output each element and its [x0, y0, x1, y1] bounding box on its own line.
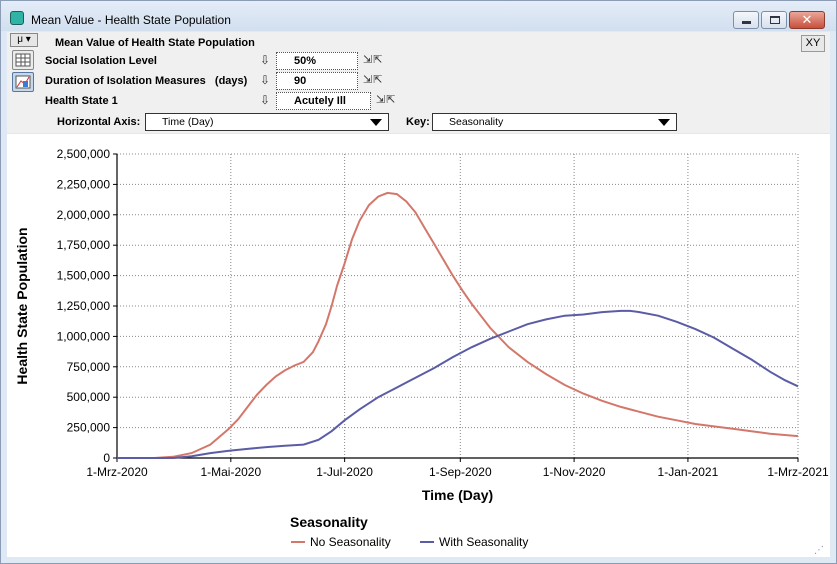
window-title: Mean Value - Health State Population: [31, 13, 231, 27]
y-tick-label: 500,000: [67, 390, 111, 404]
param-label-health-state: Health State 1: [45, 95, 118, 107]
y-tick-label: 2,500,000: [57, 147, 111, 161]
key-value: Seasonality: [449, 116, 504, 128]
duration-label: Duration of Isolation Measures: [45, 75, 206, 87]
x-tick-label: 1-Mrz-2021: [767, 465, 829, 479]
graph-view-icon[interactable]: [12, 72, 34, 92]
close-icon: ✕: [801, 12, 813, 27]
y-tick-label: 1,000,000: [57, 329, 111, 343]
minimize-button[interactable]: [733, 11, 759, 29]
resize-grip-icon[interactable]: ⋰: [814, 545, 824, 556]
horizontal-axis-value: Time (Day): [162, 116, 214, 128]
y-tick-label: 0: [103, 451, 110, 465]
mean-value-dropdown[interactable]: μ ▾: [10, 33, 38, 47]
x-tick-label: 1-Mai-2020: [200, 465, 261, 479]
horizontal-axis-select[interactable]: Time (Day): [145, 113, 389, 131]
y-tick-label: 750,000: [67, 360, 111, 374]
x-axis-label: Time (Day): [422, 487, 493, 503]
horizontal-axis-label: Horizontal Axis:: [57, 116, 141, 128]
control-panel: μ ▾ Mean Value of Health State Populatio…: [7, 32, 830, 133]
health-state-input[interactable]: Acutely Ill: [276, 92, 371, 110]
y-tick-label: 2,250,000: [57, 177, 111, 191]
param-label-duration: Duration of Isolation Measures (days): [45, 75, 247, 87]
maximize-icon: [770, 16, 780, 24]
y-tick-label: 1,250,000: [57, 299, 111, 313]
arrow-down-icon[interactable]: ⇩: [260, 53, 270, 67]
key-select[interactable]: Seasonality: [432, 113, 677, 131]
x-tick-label: 1-Mrz-2020: [86, 465, 148, 479]
xy-button[interactable]: XY: [801, 35, 825, 52]
x-tick-label: 1-Jul-2020: [316, 465, 373, 479]
legend-label: No Seasonality: [310, 535, 391, 549]
chart-area: 0 250,000 500,000 750,000 1,000,000 1,250,000…: [7, 134, 830, 557]
x-tick-label: 1-Sep-2020: [429, 465, 492, 479]
close-button[interactable]: ✕: [789, 11, 825, 29]
y-tick-label: 250,000: [67, 421, 111, 435]
link-icons[interactable]: ⇲⇱: [376, 93, 396, 106]
arrow-down-icon[interactable]: ⇩: [260, 73, 270, 87]
y-tick-label: 1,750,000: [57, 238, 111, 252]
legend-title: Seasonality: [290, 514, 368, 530]
minimize-icon: [742, 21, 751, 24]
isolation-level-input[interactable]: 50%: [276, 52, 358, 70]
y-tick-label: 1,500,000: [57, 269, 111, 283]
title-bar[interactable]: Mean Value - Health State Population ✕: [1, 1, 836, 31]
param-label-isolation-level: Social Isolation Level: [45, 55, 157, 67]
line-chart: 0 250,000 500,000 750,000 1,000,000 1,250,000…: [14, 147, 829, 549]
result-heading: Mean Value of Health State Population: [55, 37, 255, 49]
legend-label: With Seasonality: [439, 535, 528, 549]
app-icon: [10, 11, 24, 25]
x-tick-label: 1-Jan-2021: [658, 465, 719, 479]
x-tick-label: 1-Nov-2020: [543, 465, 606, 479]
chevron-down-icon: [370, 119, 382, 126]
app-window: Mean Value - Health State Population ✕ μ…: [0, 0, 837, 564]
key-label: Key:: [406, 116, 430, 128]
y-tick-label: 2,000,000: [57, 208, 111, 222]
arrow-down-icon[interactable]: ⇩: [260, 93, 270, 107]
y-axis-label: Health State Population: [14, 227, 30, 384]
chevron-down-icon: [658, 119, 670, 126]
link-icons[interactable]: ⇲⇱: [363, 53, 383, 66]
duration-input[interactable]: 90: [276, 72, 358, 90]
table-view-icon[interactable]: [12, 50, 34, 70]
duration-units: (days): [214, 75, 248, 87]
maximize-button[interactable]: [761, 11, 787, 29]
link-icons[interactable]: ⇲⇱: [363, 73, 383, 86]
